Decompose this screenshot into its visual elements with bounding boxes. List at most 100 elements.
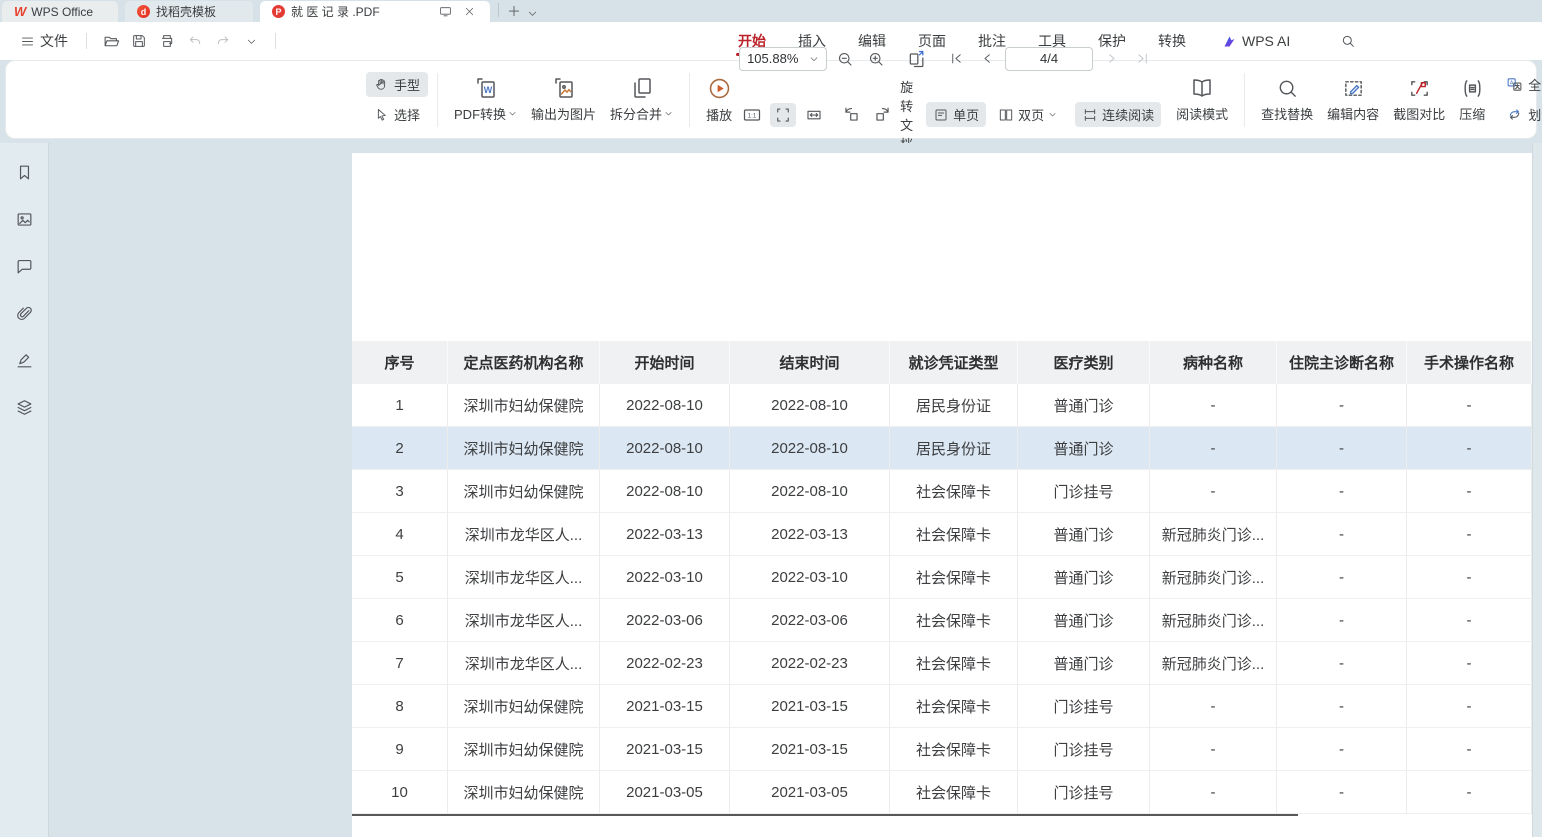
layers-icon[interactable] bbox=[11, 394, 37, 420]
edit-content-button[interactable]: 编辑内容 bbox=[1320, 74, 1386, 126]
redo-button[interactable] bbox=[211, 29, 235, 53]
signature-icon[interactable] bbox=[11, 347, 37, 373]
file-menu-button[interactable]: 文件 bbox=[14, 27, 74, 55]
table-cell: 6 bbox=[352, 599, 448, 642]
hand-tool-button[interactable]: 手型 bbox=[366, 72, 428, 97]
table-cell: - bbox=[1277, 771, 1407, 814]
vertical-scrollbar[interactable] bbox=[1532, 143, 1542, 837]
table-cell: 社会保障卡 bbox=[890, 642, 1018, 685]
next-page-button[interactable] bbox=[1098, 47, 1124, 71]
book-icon bbox=[1190, 76, 1214, 100]
reorder-pages-icon bbox=[907, 49, 927, 69]
full-translate-button[interactable]: A 全文翻译 bbox=[1498, 72, 1542, 97]
undo-button[interactable] bbox=[183, 29, 207, 53]
table-header-cell: 开始时间 bbox=[600, 341, 730, 384]
docer-icon: d bbox=[137, 5, 150, 18]
open-file-button[interactable] bbox=[99, 29, 123, 53]
table-cell: 居民身份证 bbox=[890, 384, 1018, 427]
tab-docer-templates[interactable]: d 找稻壳模板 bbox=[125, 1, 253, 22]
tab-document[interactable]: P 就 医 记 录 .PDF bbox=[260, 1, 490, 22]
select-tool-label: 选择 bbox=[394, 105, 420, 124]
tab-list-chevron-icon[interactable] bbox=[523, 4, 541, 22]
last-page-icon bbox=[1135, 51, 1150, 66]
wps-office-window: W WPS Office d 找稻壳模板 P 就 医 记 录 .PDF bbox=[0, 0, 1542, 837]
zoom-in-button[interactable] bbox=[863, 47, 889, 71]
pdf-convert-button[interactable]: W PDF转换 bbox=[447, 73, 524, 126]
folder-open-icon bbox=[103, 33, 120, 50]
compress-button[interactable]: 压缩 bbox=[1452, 74, 1492, 126]
table-cell: - bbox=[1277, 384, 1407, 427]
hand-tool-label: 手型 bbox=[394, 75, 420, 94]
find-replace-button[interactable]: 查找替换 bbox=[1254, 74, 1320, 126]
reorder-pages-button[interactable] bbox=[904, 47, 930, 71]
wps-ai-button[interactable]: WPS AI bbox=[1222, 33, 1290, 49]
tab-document-label: 就 医 记 录 .PDF bbox=[291, 3, 380, 20]
table-cell: 深圳市妇幼保健院 bbox=[448, 427, 600, 470]
quick-access-chevron-icon[interactable] bbox=[239, 29, 263, 53]
zoom-level-select[interactable]: 105.88% bbox=[739, 47, 827, 71]
table-cell: 2022-03-10 bbox=[730, 556, 890, 599]
previous-page-button[interactable] bbox=[974, 47, 1000, 71]
save-button[interactable] bbox=[127, 29, 151, 53]
pdf-page: 序号定点医药机构名称开始时间结束时间就诊凭证类型医疗类别病种名称住院主诊断名称手… bbox=[352, 153, 1532, 837]
file-menu-label: 文件 bbox=[40, 31, 68, 51]
svg-text:A: A bbox=[1510, 81, 1514, 87]
double-page-icon bbox=[998, 107, 1014, 123]
last-page-button[interactable] bbox=[1129, 47, 1155, 71]
attachment-icon[interactable] bbox=[11, 300, 37, 326]
rotate-left-icon bbox=[842, 105, 861, 124]
table-cell: 深圳市妇幼保健院 bbox=[448, 771, 600, 814]
table-cell: 社会保障卡 bbox=[890, 728, 1018, 771]
table-cell: 2 bbox=[352, 427, 448, 470]
play-button[interactable]: 播放 bbox=[699, 73, 739, 127]
read-mode-button[interactable]: 阅读模式 bbox=[1169, 73, 1235, 126]
zoom-out-icon bbox=[836, 50, 854, 68]
table-cell: 2021-03-15 bbox=[600, 685, 730, 728]
table-cell: - bbox=[1407, 556, 1532, 599]
continuous-read-button[interactable]: 连续阅读 bbox=[1075, 102, 1161, 127]
split-merge-button[interactable]: 拆分合并 bbox=[603, 73, 680, 126]
comment-icon[interactable] bbox=[11, 253, 37, 279]
rotate-right-button[interactable] bbox=[869, 103, 895, 127]
screenshot-compare-button[interactable]: 截图对比 bbox=[1386, 74, 1452, 126]
print-button[interactable] bbox=[155, 29, 179, 53]
edit-content-icon bbox=[1342, 77, 1365, 100]
find-replace-label: 查找替换 bbox=[1261, 104, 1313, 123]
table-cell: 2022-08-10 bbox=[600, 384, 730, 427]
fit-width-button[interactable] bbox=[801, 103, 827, 127]
fit-page-button[interactable] bbox=[770, 103, 796, 127]
new-tab-button[interactable] bbox=[505, 2, 523, 20]
table-row: 6深圳市龙华区人...2022-03-062022-03-06社会保障卡普通门诊… bbox=[352, 599, 1532, 642]
export-image-button[interactable]: 输出为图片 bbox=[524, 73, 603, 126]
zoom-in-icon bbox=[867, 50, 885, 68]
table-cell: 深圳市妇幼保健院 bbox=[448, 685, 600, 728]
select-tool-button[interactable]: 选择 bbox=[366, 102, 428, 127]
close-tab-icon[interactable] bbox=[460, 3, 478, 21]
actual-size-button[interactable]: 1:1 bbox=[739, 103, 765, 127]
first-page-button[interactable] bbox=[943, 47, 969, 71]
cast-screen-icon[interactable] bbox=[436, 3, 454, 21]
menu-search-button[interactable] bbox=[1336, 29, 1360, 53]
table-cell: - bbox=[1150, 685, 1277, 728]
table-cell: 深圳市龙华区人... bbox=[448, 599, 600, 642]
zoom-out-button[interactable] bbox=[832, 47, 858, 71]
table-cell: 2021-03-15 bbox=[730, 685, 890, 728]
table-header-cell: 住院主诊断名称 bbox=[1277, 341, 1407, 384]
table-cell: 4 bbox=[352, 513, 448, 556]
bookmark-icon[interactable] bbox=[11, 159, 37, 185]
table-row: 7深圳市龙华区人...2022-02-232022-02-23社会保障卡普通门诊… bbox=[352, 642, 1532, 685]
tab-wps-home[interactable]: W WPS Office bbox=[2, 1, 118, 22]
thumbnail-icon[interactable] bbox=[11, 206, 37, 232]
table-header-cell: 结束时间 bbox=[730, 341, 890, 384]
table-cell: 社会保障卡 bbox=[890, 685, 1018, 728]
svg-text:1:1: 1:1 bbox=[748, 112, 757, 119]
table-cell: 2022-03-10 bbox=[600, 556, 730, 599]
double-page-label: 双页 bbox=[1018, 105, 1044, 124]
medical-records-table: 序号定点医药机构名称开始时间结束时间就诊凭证类型医疗类别病种名称住院主诊断名称手… bbox=[352, 341, 1532, 814]
word-translate-button[interactable]: 划词翻译 bbox=[1498, 102, 1542, 127]
single-page-button[interactable]: 单页 bbox=[926, 102, 986, 127]
double-page-button[interactable]: 双页 bbox=[991, 102, 1064, 127]
table-cell: 2022-02-23 bbox=[730, 642, 890, 685]
page-number-input[interactable]: 4/4 bbox=[1005, 47, 1093, 71]
rotate-left-button[interactable] bbox=[838, 103, 864, 127]
